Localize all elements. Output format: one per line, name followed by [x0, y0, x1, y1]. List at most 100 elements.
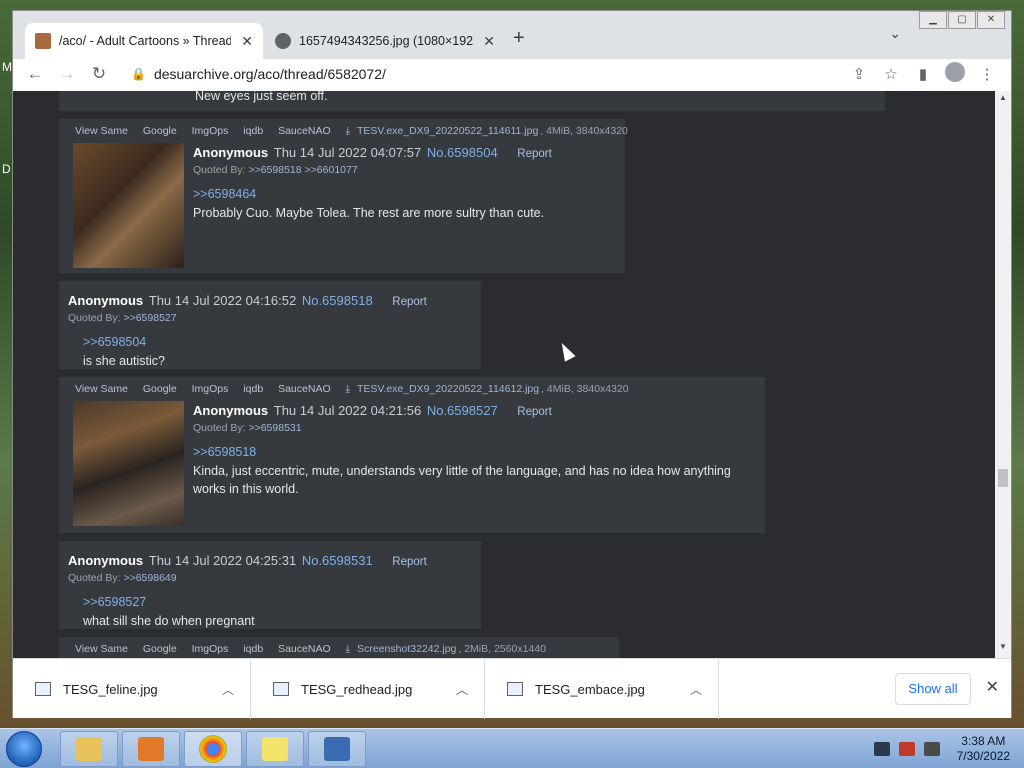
- saucenao-link[interactable]: SauceNAO: [278, 125, 331, 137]
- report-link[interactable]: Report: [517, 148, 552, 160]
- poster-name: Anonymous: [68, 553, 144, 568]
- imgops-link[interactable]: ImgOps: [192, 383, 229, 395]
- report-link[interactable]: Report: [392, 556, 427, 568]
- post-body: what sill she do when pregnant: [83, 614, 255, 628]
- scroll-up-icon[interactable]: ▲: [995, 93, 1011, 107]
- tab-title: /aco/ - Adult Cartoons » Thread: [59, 34, 232, 48]
- close-tab-icon[interactable]: ✕: [483, 33, 495, 50]
- scrollbar-thumb[interactable]: [998, 469, 1008, 487]
- quoted-by-label: Quoted By:: [68, 312, 121, 324]
- reply-link[interactable]: >>6598464: [193, 187, 256, 201]
- share-icon[interactable]: ⇪: [843, 65, 875, 83]
- chrome-icon: [199, 735, 227, 763]
- network-icon[interactable]: [873, 742, 890, 756]
- view-same-link[interactable]: View Same: [75, 125, 128, 137]
- maximize-button[interactable]: ▢: [948, 11, 976, 29]
- taskbar-app[interactable]: [308, 731, 366, 767]
- download-item[interactable]: TESG_redhead.jpg ︿: [251, 659, 485, 719]
- forward-arrow-icon[interactable]: →: [51, 64, 83, 84]
- chevron-up-icon[interactable]: ︿: [456, 681, 468, 698]
- post-thumbnail[interactable]: [73, 401, 184, 526]
- toolbar-actions: ⇪ ☆ ▮ ⋮: [843, 59, 1003, 89]
- volume-icon[interactable]: [923, 742, 940, 756]
- download-icon[interactable]: ⤓: [346, 383, 351, 395]
- view-same-link[interactable]: View Same: [75, 643, 128, 655]
- file-name-link[interactable]: Screenshot32242.jpg: [357, 643, 456, 655]
- side-panel-icon[interactable]: ▮: [907, 65, 939, 83]
- reload-icon[interactable]: ↻: [83, 64, 115, 84]
- scroll-down-icon[interactable]: ▼: [995, 642, 1011, 656]
- post: Anonymous Thu 14 Jul 2022 04:25:31 No.65…: [59, 541, 481, 629]
- download-icon[interactable]: ⤓: [346, 125, 351, 137]
- iqdb-link[interactable]: iqdb: [243, 643, 263, 655]
- back-arrow-icon[interactable]: ←: [19, 64, 51, 84]
- download-filename: TESG_embace.jpg: [535, 681, 645, 697]
- google-link[interactable]: Google: [143, 125, 177, 137]
- reply-link[interactable]: >>6598504: [83, 335, 146, 349]
- quoted-by: Quoted By: >>6598531: [193, 422, 302, 434]
- bookmark-star-icon[interactable]: ☆: [875, 65, 907, 83]
- file-name-link[interactable]: TESV.exe_DX9_20220522_114612.jpg: [357, 383, 539, 395]
- browser-toolbar: ← → ↻ 🔒 desuarchive.org/aco/thread/65820…: [13, 59, 1011, 89]
- post-partial: New eyes just seem off.: [59, 91, 885, 111]
- minimize-button[interactable]: ▁: [919, 11, 947, 29]
- post-body: New eyes just seem off.: [195, 91, 328, 103]
- taskbar-chrome[interactable]: [184, 731, 242, 767]
- post-date: Thu 14 Jul 2022 04:16:52: [148, 293, 297, 308]
- view-same-link[interactable]: View Same: [75, 383, 128, 395]
- close-tab-icon[interactable]: ✕: [241, 33, 253, 50]
- quoted-by: Quoted By: >>6598527: [68, 312, 177, 324]
- taskbar-notes[interactable]: [246, 731, 304, 767]
- profile-icon[interactable]: [939, 62, 971, 86]
- chevron-up-icon[interactable]: ︿: [690, 681, 702, 698]
- page-scrollbar[interactable]: ▲ ▼: [995, 91, 1011, 658]
- google-link[interactable]: Google: [143, 383, 177, 395]
- menu-kebab-icon[interactable]: ⋮: [971, 65, 1003, 83]
- report-link[interactable]: Report: [517, 406, 552, 418]
- quote-link[interactable]: >>6601077: [305, 164, 358, 176]
- post-number-link[interactable]: No.6598527: [427, 403, 498, 418]
- quote-link[interactable]: >>6598518: [248, 164, 301, 176]
- show-all-button[interactable]: Show all: [895, 673, 971, 705]
- address-bar[interactable]: 🔒 desuarchive.org/aco/thread/6582072/: [123, 59, 843, 89]
- clock-date: 7/30/2022: [956, 749, 1010, 763]
- quote-link[interactable]: >>6598527: [123, 312, 176, 324]
- post-number-link[interactable]: No.6598518: [302, 293, 373, 308]
- quote-link[interactable]: >>6598649: [123, 572, 176, 584]
- post-thumbnail[interactable]: [73, 143, 184, 268]
- taskbar-media-player[interactable]: [122, 731, 180, 767]
- imgops-link[interactable]: ImgOps: [192, 643, 229, 655]
- reply-link[interactable]: >>6598518: [193, 445, 256, 459]
- quote-link[interactable]: >>6598531: [248, 422, 301, 434]
- close-downloads-icon[interactable]: ✕: [986, 677, 999, 697]
- post-number-link[interactable]: No.6598531: [302, 553, 373, 568]
- new-tab-button[interactable]: +: [513, 27, 525, 50]
- reply-link[interactable]: >>6598527: [83, 595, 146, 609]
- google-link[interactable]: Google: [143, 643, 177, 655]
- app-window-icon: [324, 737, 350, 761]
- clock[interactable]: 3:38 AM 7/30/2022: [957, 734, 1010, 764]
- download-icon[interactable]: ⤓: [346, 643, 351, 655]
- tab-search-chevron-icon[interactable]: ⌄: [889, 25, 901, 42]
- post-number-link[interactable]: No.6598504: [427, 145, 498, 160]
- tab-thread[interactable]: /aco/ - Adult Cartoons » Thread ✕: [25, 23, 263, 59]
- close-window-button[interactable]: ✕: [977, 11, 1005, 29]
- download-item[interactable]: TESG_embace.jpg ︿: [485, 659, 719, 719]
- download-item[interactable]: TESG_feline.jpg ︿: [13, 659, 251, 719]
- saucenao-link[interactable]: SauceNAO: [278, 383, 331, 395]
- tab-image[interactable]: 1657494343256.jpg (1080×1920) ✕: [265, 23, 505, 59]
- report-link[interactable]: Report: [392, 296, 427, 308]
- iqdb-link[interactable]: iqdb: [243, 383, 263, 395]
- image-file-icon: [273, 682, 289, 696]
- imgops-link[interactable]: ImgOps: [192, 125, 229, 137]
- start-button[interactable]: [6, 731, 42, 767]
- desktop-icon-label: D: [2, 162, 11, 176]
- image-file-icon: [507, 682, 523, 696]
- post: View Same Google ImgOps iqdb SauceNAO ⤓ …: [59, 377, 765, 533]
- taskbar-explorer[interactable]: [60, 731, 118, 767]
- action-center-icon[interactable]: [898, 742, 915, 756]
- file-name-link[interactable]: TESV.exe_DX9_20220522_114611.jpg: [357, 125, 538, 137]
- chevron-up-icon[interactable]: ︿: [222, 681, 234, 698]
- iqdb-link[interactable]: iqdb: [243, 125, 263, 137]
- saucenao-link[interactable]: SauceNAO: [278, 643, 331, 655]
